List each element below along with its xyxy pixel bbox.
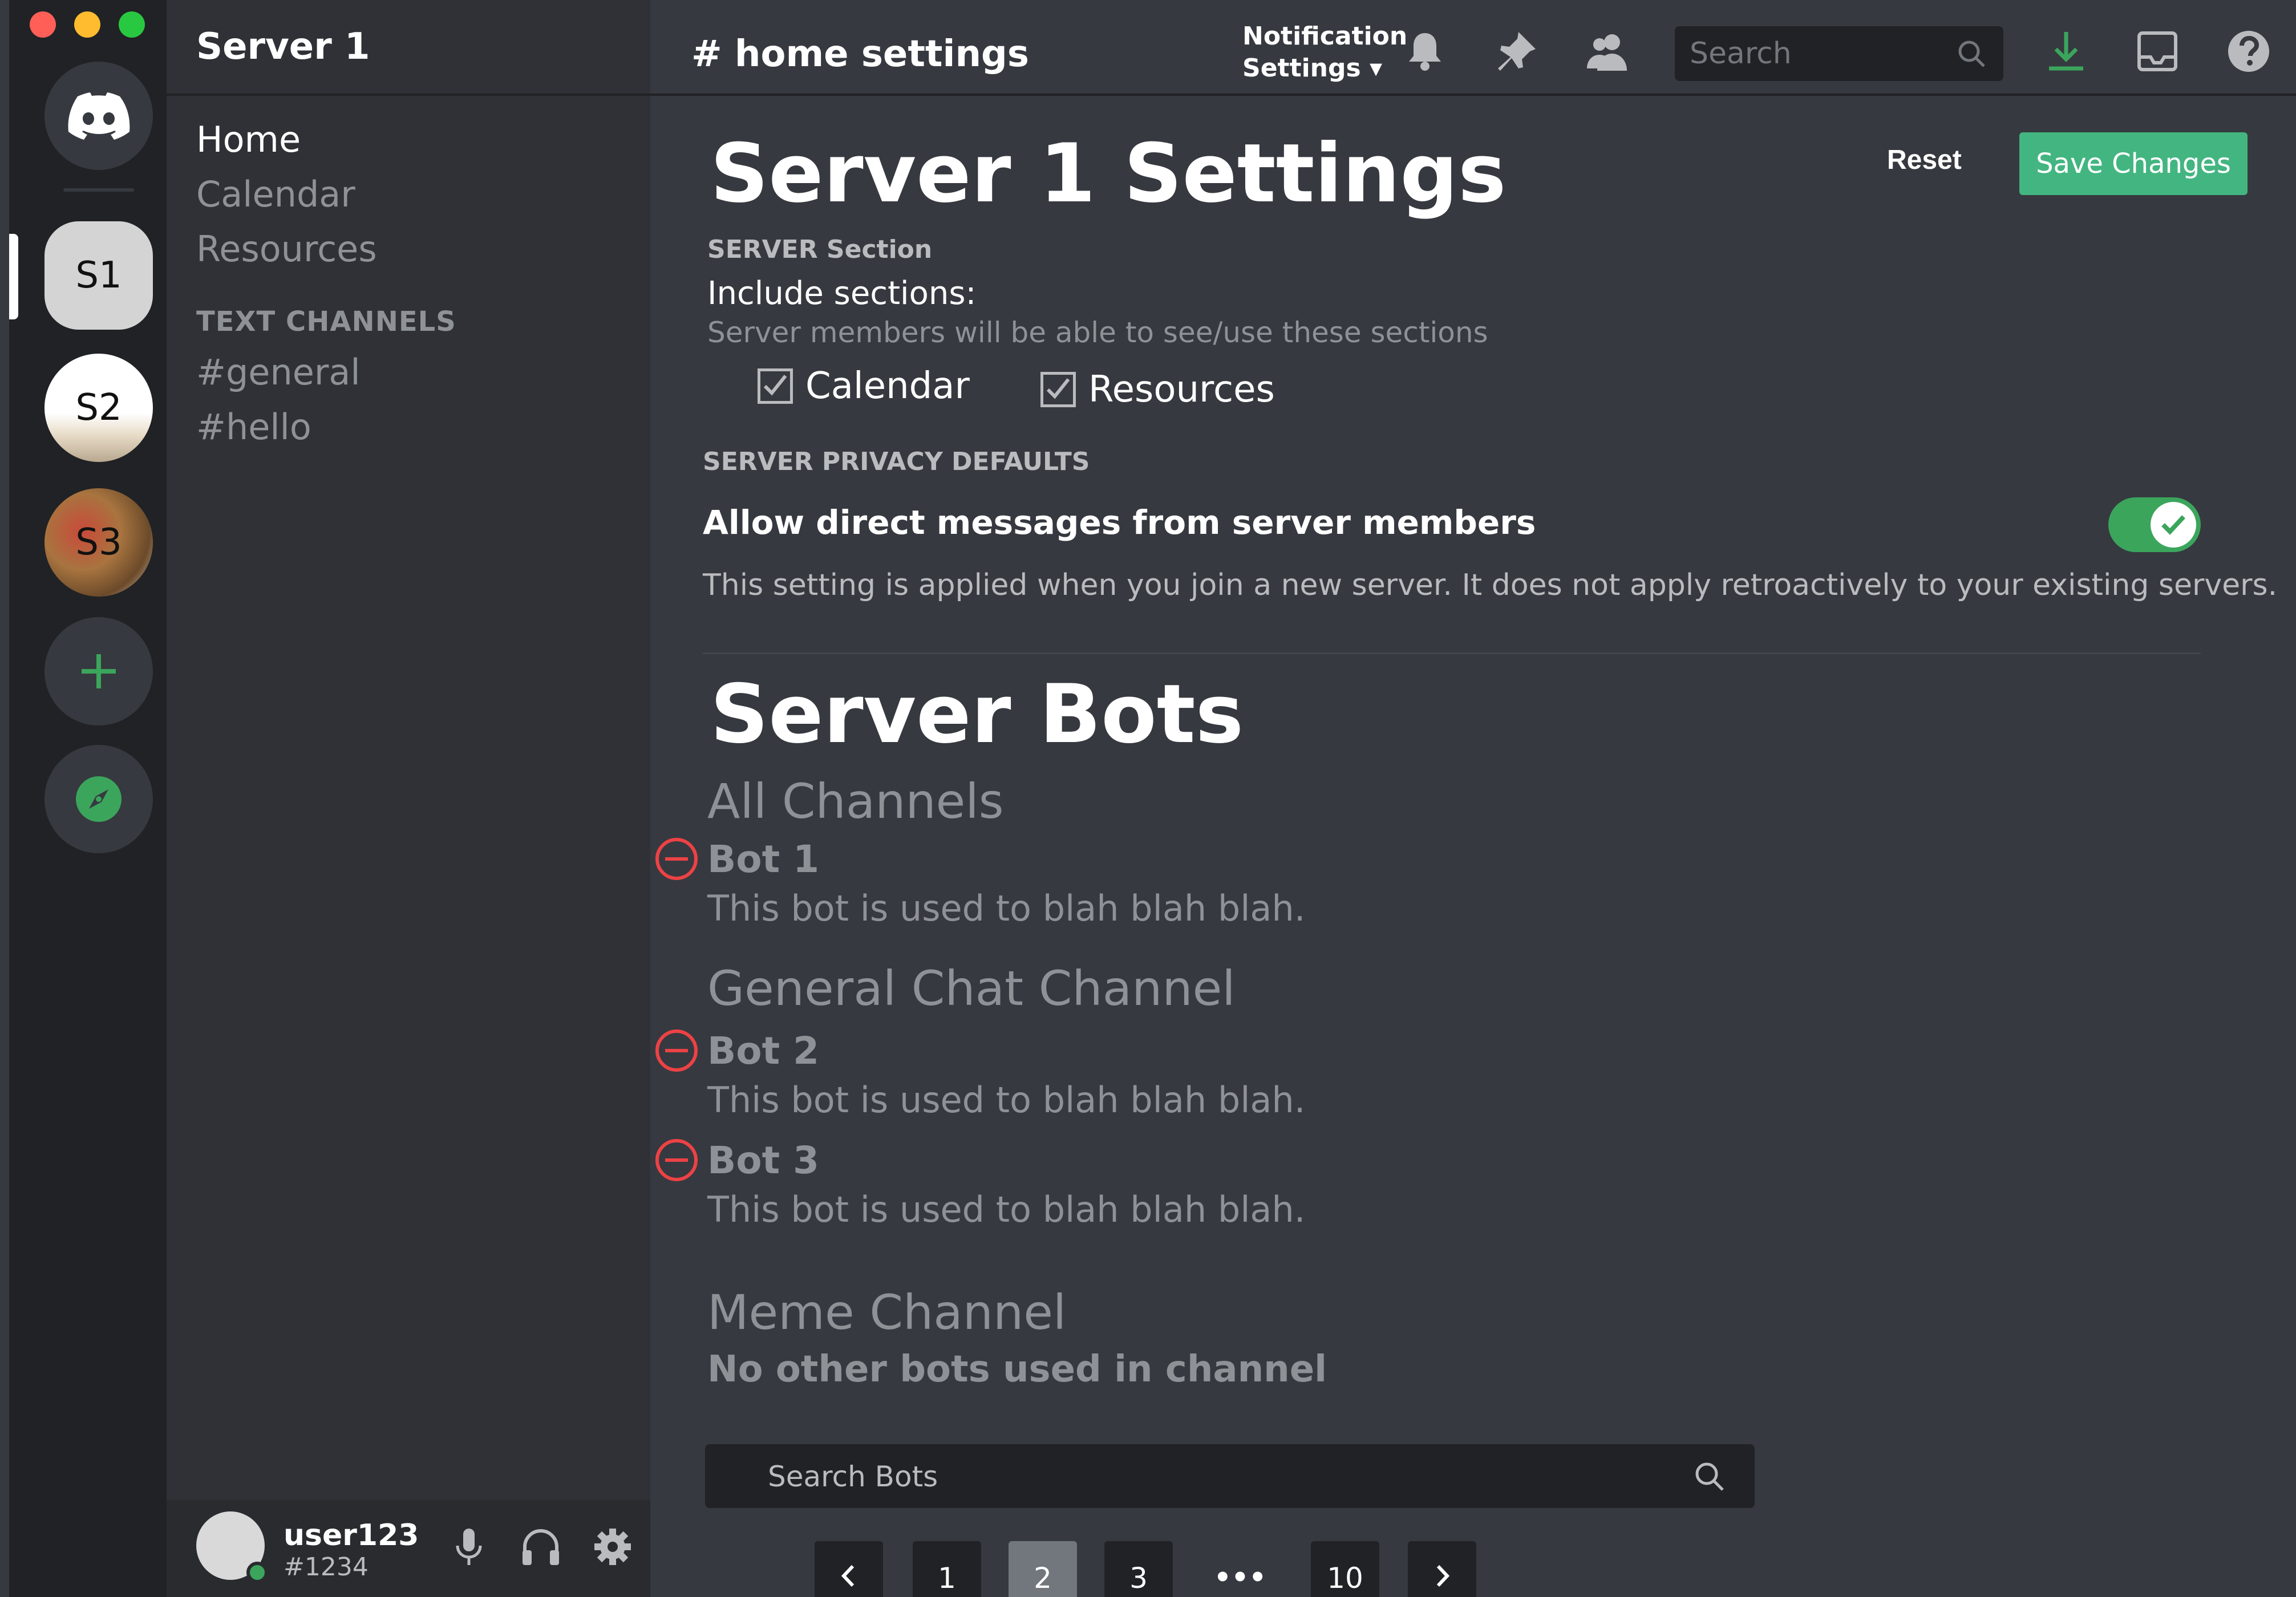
- include-sections-label: Include sections:: [707, 275, 977, 312]
- notification-settings-dropdown[interactable]: Notification Settings ▾: [1242, 21, 1407, 84]
- page-3-button[interactable]: 3: [1104, 1541, 1173, 1597]
- channel-sidebar: Server 1 Home Calendar Resources TEXT CH…: [167, 0, 650, 1597]
- online-status-icon: [246, 1562, 268, 1583]
- server-s1-button[interactable]: S1: [44, 221, 153, 330]
- close-window-button[interactable]: [30, 11, 56, 38]
- pin-icon[interactable]: [1493, 29, 1539, 74]
- server-s2-button[interactable]: S2: [44, 354, 153, 462]
- resources-checkbox[interactable]: Resources: [1040, 368, 1275, 411]
- notification-settings-line2: Settings ▾: [1242, 54, 1383, 83]
- group-all-channels: All Channels: [707, 773, 1004, 829]
- bell-icon[interactable]: [1402, 29, 1448, 74]
- search-input[interactable]: Search: [1675, 26, 2003, 81]
- bot-description: This bot is used to blah blah blah.: [707, 1189, 1306, 1230]
- privacy-defaults-label: SERVER PRIVACY DEFAULTS: [703, 447, 1090, 476]
- channel-topbar: # home settings Notification Settings ▾ …: [650, 0, 2296, 96]
- bot-name: Bot 1: [707, 837, 820, 881]
- checkbox-icon: [758, 368, 793, 404]
- chevron-left-icon: [841, 1564, 855, 1587]
- bot-name: Bot 3: [707, 1138, 820, 1182]
- search-icon: [1695, 1462, 1724, 1491]
- selected-server-indicator: [9, 234, 18, 319]
- page-title: Server 1 Settings: [710, 127, 1507, 221]
- bot-name: Bot 2: [707, 1029, 820, 1073]
- page-2-button[interactable]: 2: [1009, 1541, 1077, 1597]
- pagination-ellipsis: •••: [1213, 1562, 1267, 1594]
- reset-button[interactable]: Reset: [1884, 144, 1965, 176]
- username: user123: [284, 1518, 419, 1553]
- checkbox-icon: [1040, 372, 1076, 407]
- notification-settings-line1: Notification: [1242, 22, 1408, 51]
- check-icon: [2161, 515, 2185, 535]
- calendar-checkbox[interactable]: Calendar: [758, 365, 970, 407]
- server-s3-button[interactable]: S3: [44, 488, 153, 597]
- help-icon[interactable]: [2226, 29, 2271, 74]
- server-s2-label: S2: [75, 387, 122, 429]
- server-rail: S1 S2 S3: [9, 0, 167, 1597]
- nav-item-calendar[interactable]: Calendar: [196, 173, 355, 215]
- search-icon: [1958, 40, 1985, 67]
- dm-setting-hint: This setting is applied when you join a …: [703, 568, 2278, 602]
- plus-icon: [82, 654, 116, 688]
- channel-hello[interactable]: #hello: [196, 406, 311, 448]
- add-server-button[interactable]: [44, 617, 153, 725]
- server-bots-title: Server Bots: [710, 667, 1244, 761]
- download-icon[interactable]: [2043, 29, 2089, 74]
- group-meme-channel: Meme Channel: [707, 1284, 1067, 1340]
- home-discord-button[interactable]: [44, 62, 153, 170]
- bot-description: This bot is used to blah blah blah.: [707, 1079, 1306, 1121]
- user-panel: user123 #1234: [167, 1500, 650, 1597]
- save-changes-button[interactable]: Save Changes: [2019, 132, 2248, 195]
- maximize-window-button[interactable]: [119, 11, 145, 38]
- remove-bot-icon[interactable]: [654, 1028, 699, 1073]
- include-sections-hint: Server members will be able to see/use t…: [707, 316, 1488, 349]
- microphone-icon[interactable]: [446, 1524, 492, 1570]
- server-name: Server 1: [196, 26, 370, 68]
- server-section-label: SERVER Section: [707, 235, 933, 264]
- remove-bot-icon[interactable]: [654, 836, 699, 882]
- search-bots-placeholder: Search Bots: [768, 1460, 938, 1493]
- nav-item-home[interactable]: Home: [196, 119, 301, 160]
- server-s3-label: S3: [75, 521, 122, 564]
- members-icon[interactable]: [1585, 29, 1630, 74]
- chevron-right-icon: [1436, 1564, 1450, 1587]
- resources-checkbox-label: Resources: [1088, 368, 1275, 411]
- user-tag: #1234: [284, 1553, 369, 1582]
- dm-toggle[interactable]: [2108, 497, 2201, 552]
- prev-page-button[interactable]: [815, 1541, 883, 1597]
- explore-servers-button[interactable]: [44, 745, 153, 853]
- next-page-button[interactable]: [1408, 1541, 1476, 1597]
- settings-gear-icon[interactable]: [590, 1524, 635, 1570]
- calendar-checkbox-label: Calendar: [805, 365, 970, 407]
- discord-logo-icon: [68, 92, 130, 140]
- group-general-chat: General Chat Channel: [707, 960, 1236, 1016]
- remove-bot-icon[interactable]: [654, 1137, 699, 1183]
- page-1-button[interactable]: 1: [913, 1541, 981, 1597]
- server-s1-label: S1: [75, 254, 122, 297]
- minimize-window-button[interactable]: [74, 11, 100, 38]
- channel-title: # home settings: [691, 33, 1029, 75]
- no-bots-message: No other bots used in channel: [707, 1348, 1327, 1391]
- text-channels-label: TEXT CHANNELS: [196, 306, 456, 338]
- server-name-header[interactable]: Server 1: [167, 0, 650, 96]
- search-placeholder: Search: [1690, 37, 1792, 71]
- inbox-icon[interactable]: [2135, 29, 2180, 74]
- discord-window: S1 S2 S3 Server 1 Home Calendar Resource: [0, 0, 2296, 1597]
- channel-general[interactable]: #general: [196, 351, 361, 393]
- page-10-button[interactable]: 10: [1311, 1541, 1379, 1597]
- rail-separator: [63, 188, 134, 192]
- compass-icon: [76, 776, 122, 822]
- section-divider: [703, 652, 2201, 654]
- headphones-icon[interactable]: [518, 1524, 564, 1570]
- toggle-knob: [2151, 502, 2196, 548]
- search-bots-input[interactable]: Search Bots: [705, 1444, 1755, 1508]
- nav-item-resources[interactable]: Resources: [196, 228, 377, 270]
- bot-description: This bot is used to blah blah blah.: [707, 887, 1306, 929]
- dm-setting-label: Allow direct messages from server member…: [703, 503, 1536, 542]
